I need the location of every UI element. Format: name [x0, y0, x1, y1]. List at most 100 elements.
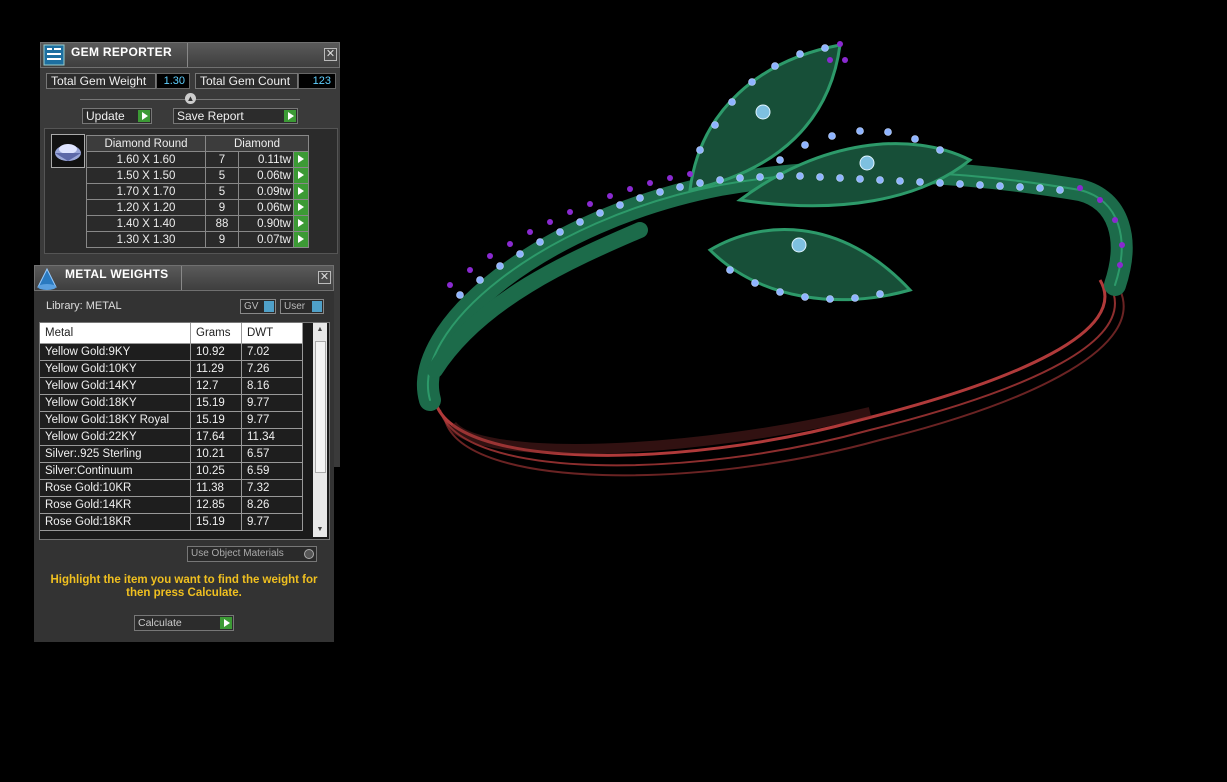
update-button[interactable]: Update: [82, 108, 152, 124]
close-icon[interactable]: ✕: [324, 48, 337, 61]
cone-icon: [37, 267, 57, 290]
gem-row[interactable]: 1.40 X 1.40 88 0.90tw: [86, 215, 309, 232]
gem-row[interactable]: 1.60 X 1.60 7 0.11tw: [86, 151, 309, 168]
calculate-label: Calculate: [138, 617, 182, 629]
play-arrow-icon: [220, 617, 232, 629]
metal-grams: 15.19: [190, 513, 242, 531]
metal-row[interactable]: Yellow Gold:14KY 12.7 8.16: [40, 377, 303, 395]
gem-size: 1.60 X 1.60: [86, 151, 206, 168]
metal-row[interactable]: Yellow Gold:18KY Royal 15.19 9.77: [40, 411, 303, 429]
gem-row[interactable]: 1.20 X 1.20 9 0.06tw: [86, 199, 309, 216]
scroll-thumb[interactable]: [315, 341, 326, 473]
metal-table: Metal Grams DWT Yellow Gold:9KY 10.92 7.02…: [40, 323, 303, 531]
metal-grams: 11.38: [190, 479, 242, 497]
metal-row[interactable]: Rose Gold:18KR 15.19 9.77: [40, 513, 303, 531]
metal-dwt: 9.77: [241, 411, 303, 429]
gem-row[interactable]: 1.50 X 1.50 5 0.06tw: [86, 167, 309, 184]
metal-dwt: 8.16: [241, 377, 303, 395]
document-grid-icon: [43, 44, 65, 66]
metal-row[interactable]: Yellow Gold:22KY 17.64 11.34: [40, 428, 303, 446]
metal-row[interactable]: Yellow Gold:9KY 10.92 7.02: [40, 343, 303, 361]
col-dwt[interactable]: DWT: [241, 323, 303, 344]
metal-grams: 12.7: [190, 377, 242, 395]
metal-name: Silver:Continuum: [40, 462, 191, 480]
play-arrow-icon: [298, 235, 304, 243]
metal-name: Yellow Gold:18KY: [40, 394, 191, 412]
play-arrow-icon: [298, 203, 304, 211]
gem-row[interactable]: 1.30 X 1.30 9 0.07tw: [86, 231, 309, 248]
metal-dwt: 7.26: [241, 360, 303, 378]
metal-dwt: 9.77: [241, 513, 303, 531]
update-label: Update: [86, 109, 125, 123]
gem-weight: 0.06tw: [238, 199, 294, 216]
metal-row[interactable]: Silver:.925 Sterling 10.21 6.57: [40, 445, 303, 463]
viewport[interactable]: [340, 0, 1227, 782]
metal-name: Rose Gold:14KR: [40, 496, 191, 514]
row-action-button[interactable]: [293, 167, 309, 184]
metal-name: Yellow Gold:10KY: [40, 360, 191, 378]
toggle-icon: [264, 301, 274, 312]
gem-count: 9: [205, 199, 239, 216]
col-grams[interactable]: Grams: [190, 323, 242, 344]
metal-name: Silver:.925 Sterling: [40, 445, 191, 463]
row-action-button[interactable]: [293, 199, 309, 216]
metal-row[interactable]: Silver:Continuum 10.25 6.59: [40, 462, 303, 480]
metal-weights-titlebar[interactable]: METAL WEIGHTS ✕: [34, 265, 334, 291]
metal-row[interactable]: Yellow Gold:18KY 15.19 9.77: [40, 394, 303, 412]
gem-weight: 0.09tw: [238, 183, 294, 200]
calculate-button[interactable]: Calculate: [134, 615, 234, 631]
total-gem-count-label: Total Gem Count: [195, 73, 298, 89]
gem-count: 5: [205, 167, 239, 184]
total-gem-weight-value: 1.30: [156, 73, 190, 89]
metal-grams: 10.92: [190, 343, 242, 361]
chevron-up-icon[interactable]: ▲: [185, 93, 196, 104]
gem-count: 5: [205, 183, 239, 200]
row-action-button[interactable]: [293, 215, 309, 232]
round-gem-icon[interactable]: [51, 134, 85, 168]
play-arrow-icon: [284, 110, 296, 122]
metal-dwt: 6.59: [241, 462, 303, 480]
bracelet-model: [417, 41, 1133, 477]
metal-dwt: 11.34: [241, 428, 303, 446]
gem-weight: 0.90tw: [238, 215, 294, 232]
metal-row[interactable]: Rose Gold:10KR 11.38 7.32: [40, 479, 303, 497]
vertical-scrollbar[interactable]: ▲ ▼: [313, 323, 327, 537]
save-report-button[interactable]: Save Report: [173, 108, 298, 124]
close-icon[interactable]: ✕: [318, 271, 331, 284]
col-metal[interactable]: Metal: [40, 323, 191, 344]
gem-table-header: Diamond Round Diamond: [86, 135, 309, 152]
metal-table-header: Metal Grams DWT: [40, 323, 303, 344]
gem-reporter-titlebar[interactable]: GEM REPORTER ✕: [40, 42, 340, 68]
metal-row[interactable]: Yellow Gold:10KY 11.29 7.26: [40, 360, 303, 378]
metal-row[interactable]: Rose Gold:14KR 12.85 8.26: [40, 496, 303, 514]
scroll-down-icon[interactable]: ▼: [313, 523, 327, 537]
save-report-label: Save Report: [177, 109, 244, 123]
gem-row[interactable]: 1.70 X 1.70 5 0.09tw: [86, 183, 309, 200]
gem-size: 1.30 X 1.30: [86, 231, 206, 248]
metal-grams: 17.64: [190, 428, 242, 446]
toggle-icon: [312, 301, 322, 312]
row-action-button[interactable]: [293, 151, 309, 168]
radio-icon: [304, 549, 314, 559]
total-gem-count-value: 123: [298, 73, 336, 89]
gem-size: 1.40 X 1.40: [86, 215, 206, 232]
metal-weights-title: METAL WEIGHTS: [65, 267, 169, 281]
metal-grams: 15.19: [190, 394, 242, 412]
use-object-materials-option[interactable]: Use Object Materials: [187, 546, 317, 562]
gem-weight: 0.07tw: [238, 231, 294, 248]
titlebar-divider: [181, 266, 182, 290]
play-arrow-icon: [298, 155, 304, 163]
gem-weight: 0.06tw: [238, 167, 294, 184]
metal-name: Yellow Gold:18KY Royal: [40, 411, 191, 429]
scroll-up-icon[interactable]: ▲: [313, 323, 327, 337]
metal-dwt: 7.32: [241, 479, 303, 497]
metal-name: Rose Gold:18KR: [40, 513, 191, 531]
row-action-button[interactable]: [293, 231, 309, 248]
total-gem-weight-label: Total Gem Weight: [46, 73, 156, 89]
gv-toggle[interactable]: GV: [240, 299, 276, 314]
metal-grams: 10.25: [190, 462, 242, 480]
metal-name: Yellow Gold:9KY: [40, 343, 191, 361]
user-toggle[interactable]: User: [280, 299, 324, 314]
row-action-button[interactable]: [293, 183, 309, 200]
metal-dwt: 9.77: [241, 394, 303, 412]
